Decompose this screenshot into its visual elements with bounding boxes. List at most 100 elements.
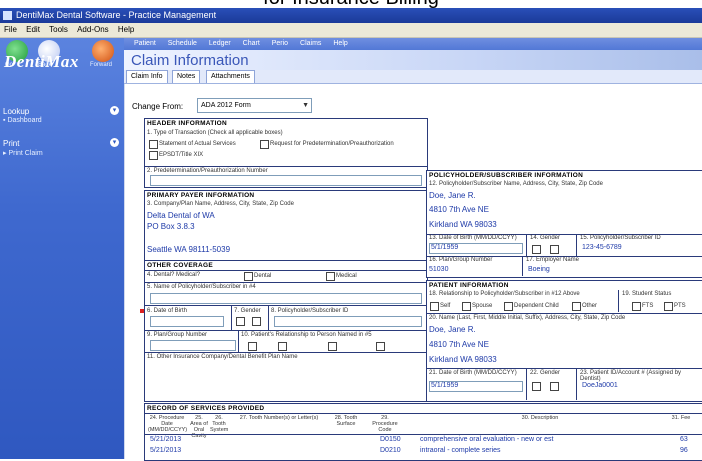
tab-strip: Claim Info Notes Attachments	[124, 70, 702, 84]
chevron-down-icon[interactable]: ▾	[110, 106, 119, 115]
sidebar	[0, 38, 124, 459]
sidebar-item-dashboard-label: Dashboard	[7, 117, 42, 124]
other-policyholder-name-field[interactable]	[150, 293, 422, 304]
rel-spouse-label: Spouse	[472, 303, 493, 309]
other-plan-number-label: 9. Plan/Group Number	[147, 332, 208, 338]
col-header-surface: 28. Tooth Surface	[334, 415, 358, 427]
row-code: D0210	[380, 447, 401, 454]
row-fee: 96	[680, 447, 688, 454]
subscriber-id-label: 15. Policyholder/Subscriber ID	[580, 235, 661, 241]
statement-checkbox[interactable]	[149, 140, 158, 149]
sidebar-section-lookup[interactable]: Lookup	[3, 107, 29, 116]
sidebar-item-print-claim-label: Print Claim	[8, 150, 43, 157]
other-gender-f-checkbox[interactable]	[252, 317, 261, 326]
patient-dob-value: 5/1/1959	[431, 382, 459, 389]
toolbar-ledger[interactable]: Ledger	[209, 40, 231, 47]
rel-spouse-checkbox[interactable]	[462, 302, 471, 311]
forward-label: Forward	[90, 62, 113, 68]
predetermination-checkbox[interactable]	[260, 140, 269, 149]
menubar: File Edit Tools Add-Ons Help	[0, 23, 702, 38]
forward-icon[interactable]	[92, 40, 114, 62]
divider	[426, 313, 702, 314]
toolbar-chart[interactable]: Chart	[243, 40, 260, 47]
menu-edit[interactable]: Edit	[26, 25, 40, 34]
divider	[268, 305, 269, 330]
menu-tools[interactable]: Tools	[49, 25, 68, 34]
other-rel-spouse-checkbox[interactable]	[278, 342, 287, 351]
medical-checkbox[interactable]	[326, 272, 335, 281]
row-fee: 63	[680, 436, 688, 443]
rel-self-checkbox[interactable]	[430, 302, 439, 311]
divider	[522, 256, 523, 276]
epsdt-label: EPSDT/Title XIX	[159, 152, 204, 158]
subscriber-dob-value: 5/1/1959	[431, 244, 459, 251]
predetermination-number-field[interactable]	[150, 175, 422, 186]
primary-payer-address-label: 3. Company/Plan Name, Address, City, Sta…	[147, 201, 294, 207]
other-rel-self-checkbox[interactable]	[248, 342, 257, 351]
statement-label: Statement of Actual Services	[159, 141, 236, 147]
student-fts-checkbox[interactable]	[632, 302, 641, 311]
toolbar-claims[interactable]: Claims	[300, 40, 321, 47]
employer-label: 17. Employer Name	[526, 257, 580, 263]
module-toolbar: Patient Schedule Ledger Chart Perio Clai…	[124, 38, 702, 50]
dental-label: Dental	[254, 273, 272, 279]
col-header-tooth: 27. Tooth Number(s) or Letter(s)	[239, 415, 319, 421]
epsdt-checkbox[interactable]	[149, 151, 158, 160]
rel-self-label: Self	[440, 303, 451, 309]
transaction-type-label: 1. Type of Transaction (Check all applic…	[147, 130, 283, 136]
page-title: Claim Information	[131, 52, 249, 69]
menu-addons[interactable]: Add-Ons	[77, 25, 109, 34]
other-rel-other-checkbox[interactable]	[376, 342, 385, 351]
payer-address-line1: PO Box 3.8.3	[147, 222, 195, 231]
claim-form-select-value: ADA 2012 Form	[201, 102, 251, 109]
divider	[144, 270, 427, 271]
row-code: D0150	[380, 436, 401, 443]
col-header-date: 24. Procedure Date (MM/DD/CCYY)	[148, 415, 188, 433]
student-pts-checkbox[interactable]	[664, 302, 673, 311]
rel-dependent-checkbox[interactable]	[504, 302, 513, 311]
subscriber-gender-m-checkbox[interactable]	[532, 245, 541, 254]
employer-value[interactable]: Boeing	[528, 266, 550, 273]
patient-id-value[interactable]: DoeJa0001	[582, 382, 618, 389]
other-gender-m-checkbox[interactable]	[236, 317, 245, 326]
toolbar-patient[interactable]: Patient	[134, 40, 156, 47]
sidebar-item-dashboard[interactable]: ▪ Dashboard	[3, 117, 42, 124]
divider	[144, 352, 427, 353]
plan-group-value[interactable]: 51030	[429, 266, 448, 273]
other-rel-dependent-checkbox[interactable]	[328, 342, 337, 351]
toolbar-schedule[interactable]: Schedule	[168, 40, 197, 47]
rel-other-checkbox[interactable]	[572, 302, 581, 311]
subscriber-id-value[interactable]: 123-45-6789	[582, 244, 622, 251]
divider	[576, 234, 577, 256]
tab-notes[interactable]: Notes	[172, 70, 201, 83]
divider	[238, 330, 239, 352]
other-dob-label: 6. Date of Birth	[147, 308, 188, 314]
dental-checkbox[interactable]	[244, 272, 253, 281]
other-dob-field[interactable]	[150, 316, 224, 327]
toolbar-perio[interactable]: Perio	[272, 40, 288, 47]
col-header-fee: 31. Fee	[671, 415, 691, 421]
patient-dob-field[interactable]: 5/1/1959	[429, 381, 523, 392]
tab-claim-info[interactable]: Claim Info	[126, 70, 168, 83]
menu-file[interactable]: File	[4, 25, 17, 34]
menu-help[interactable]: Help	[118, 25, 134, 34]
toolbar-help[interactable]: Help	[333, 40, 347, 47]
other-subscriber-id-field[interactable]	[274, 316, 422, 327]
divider	[144, 305, 427, 306]
other-plan-number-field[interactable]	[150, 340, 236, 351]
header-info-title: HEADER INFORMATION	[147, 120, 228, 127]
patient-gender-f-checkbox[interactable]	[550, 382, 559, 391]
row-date: 5/21/2013	[150, 447, 182, 454]
patient-address-line2: Kirkland WA 98033	[429, 355, 497, 364]
subscriber-dob-field[interactable]: 5/1/1959	[429, 243, 523, 254]
sidebar-item-print-claim[interactable]: ▸ Print Claim	[3, 149, 43, 157]
predetermination-number-label: 2. Predetermination/Preauthorization Num…	[147, 168, 268, 174]
tab-attachments[interactable]: Attachments	[206, 70, 255, 83]
divider	[144, 330, 427, 331]
subscriber-gender-f-checkbox[interactable]	[550, 245, 559, 254]
patient-relationship-label: 18. Relationship to Policyholder/Subscri…	[429, 291, 580, 297]
patient-gender-m-checkbox[interactable]	[532, 382, 541, 391]
sidebar-section-print[interactable]: Print	[3, 139, 19, 148]
chevron-down-icon[interactable]: ▾	[110, 138, 119, 147]
claim-form-select[interactable]: ADA 2012 Form ▼	[197, 98, 312, 113]
